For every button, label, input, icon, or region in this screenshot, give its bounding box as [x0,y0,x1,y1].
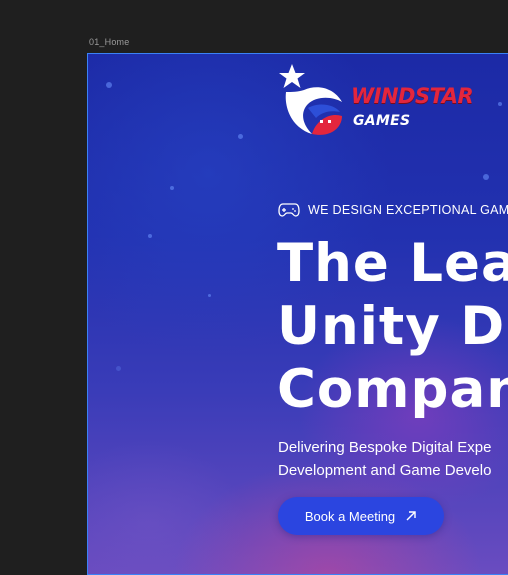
logo-wordmark-windstar: WINDSTAR [351,84,474,108]
book-meeting-button[interactable]: Book a Meeting [278,497,444,535]
book-meeting-label: Book a Meeting [304,508,396,524]
background-particle [238,134,243,139]
background-particle [148,234,152,238]
background-particle [116,366,121,371]
frame-label: 01_Home [89,37,130,47]
background-particle [170,186,174,190]
arrow-up-right-icon [406,511,416,521]
windstar-games-logo[interactable]: WINDSTAR GAMES [278,62,488,136]
headline-line-1: The Lea [277,233,508,294]
background-particle [498,102,502,106]
background-particle [208,294,211,297]
logo-wordmark-games: GAMES [353,113,411,129]
background-particle [483,174,489,180]
hero-subtitle: Delivering Bespoke Digital Expe Developm… [278,436,508,482]
headline-line-2: Unity D [277,296,506,357]
tagline-text: WE DESIGN EXCEPTIONAL GAMES [308,203,508,217]
hero-tagline: WE DESIGN EXCEPTIONAL GAMES [278,202,508,218]
artboard-home: WINDSTAR GAMES WE DESIGN EXCEPTIONAL GAM… [87,53,508,575]
subtitle-line-1: Delivering Bespoke Digital Expe [278,439,492,456]
subtitle-line-2: Development and Game Develo [278,462,492,479]
gamepad-icon [278,203,300,217]
windstar-logo-mark-icon [279,64,342,135]
background-particle [106,82,112,88]
hero-headline: The Lea Unity D Compan [277,232,508,421]
headline-line-3: Compan [277,359,508,420]
